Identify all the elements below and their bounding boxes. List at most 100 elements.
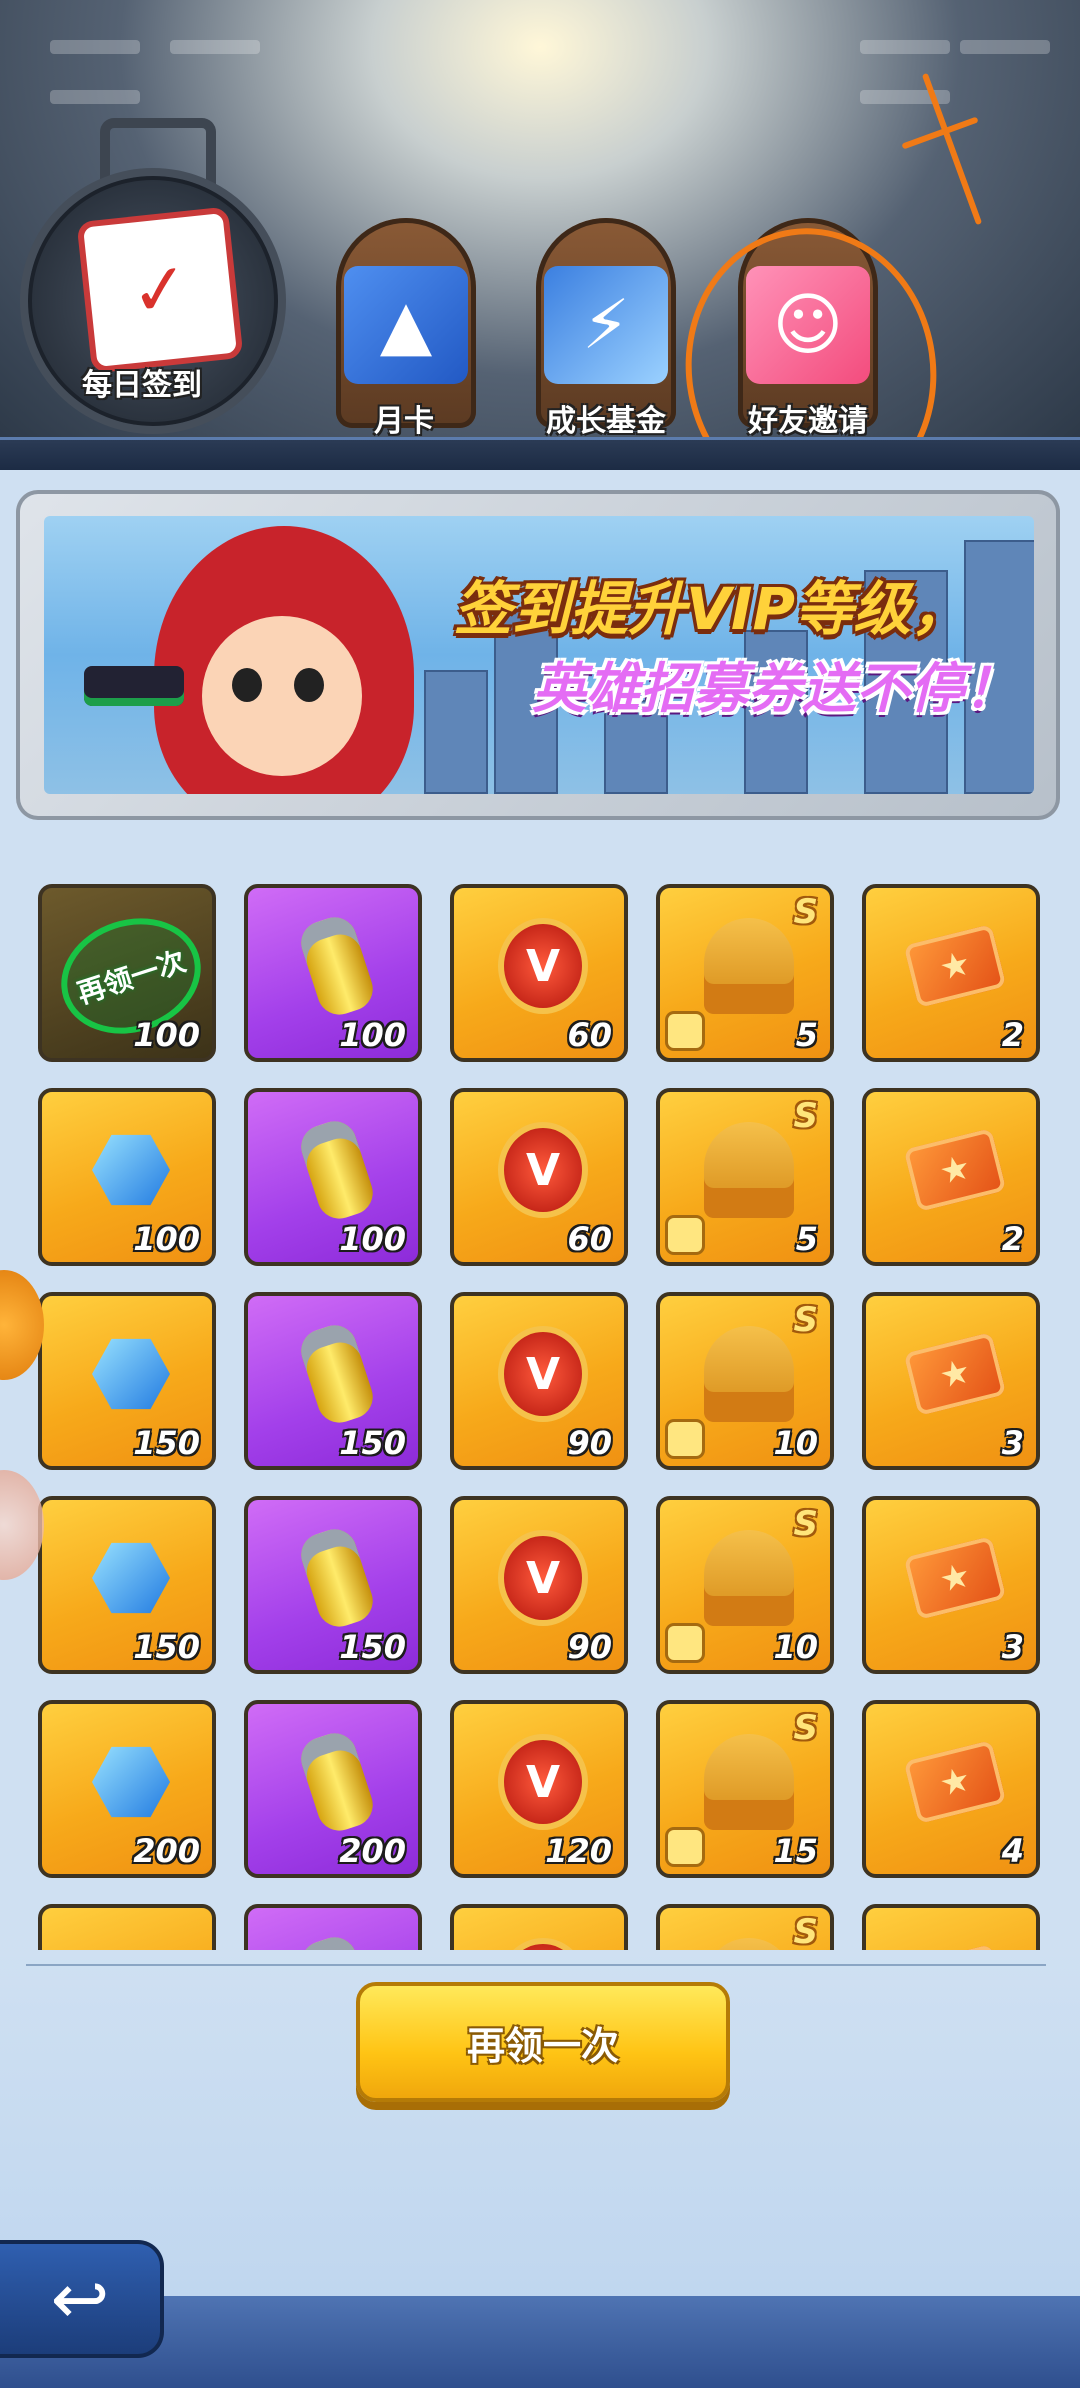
reward-cell[interactable]: 200 xyxy=(38,1700,216,1878)
reward-cell[interactable]: 100 xyxy=(244,1088,422,1266)
reward-cell[interactable]: 100 xyxy=(244,884,422,1062)
banner-subline: 英雄招募券送不停！ xyxy=(532,657,1018,720)
gem-icon xyxy=(86,1936,176,1950)
reward-quantity: 3 xyxy=(1001,1424,1024,1462)
reward-cell[interactable] xyxy=(38,1904,216,1950)
reward-cell[interactable]: V xyxy=(450,1904,628,1950)
soldier-silhouette-icon xyxy=(704,1528,794,1628)
reward-cell[interactable]: 150 xyxy=(38,1496,216,1674)
fragment-icon xyxy=(668,1014,702,1048)
card-icon: ▲ xyxy=(344,266,468,384)
capsule-shape xyxy=(295,1931,379,1950)
capsule-shape xyxy=(295,1319,379,1429)
reward-cell[interactable]: 150 xyxy=(244,1292,422,1470)
fragment-icon xyxy=(668,1830,702,1864)
ticket-shape: ★ xyxy=(903,1536,1007,1620)
vip-badge-icon: V xyxy=(498,1324,588,1424)
reward-cell[interactable]: V 90 xyxy=(450,1496,628,1674)
reward-grid: 再领一次 100 100 V 60 S 5 ★ 2 100 100 V 60 S 5 ★ 2 150 150 V 90 S… xyxy=(0,870,1080,1950)
reward-quantity: 90 xyxy=(567,1628,612,1666)
capsule-icon xyxy=(292,1931,382,1950)
ticket-icon: ★ xyxy=(903,1528,1007,1628)
reward-quantity: 3 xyxy=(1001,1628,1024,1666)
reward-quantity: 5 xyxy=(795,1220,818,1258)
reward-quantity: 200 xyxy=(133,1832,200,1870)
gem-icon xyxy=(86,1324,176,1424)
ticket-shape: ★ xyxy=(903,924,1007,1008)
reward-cell[interactable]: ★ 2 xyxy=(862,884,1040,1062)
vip-badge-icon: V xyxy=(498,1120,588,1220)
capsule-icon xyxy=(292,1523,382,1633)
vip-badge-shape: V xyxy=(498,1530,588,1626)
reward-cell[interactable]: S5 xyxy=(656,884,834,1062)
heroine-gun xyxy=(84,666,184,706)
reward-cell[interactable]: S xyxy=(656,1904,834,1950)
soldier-shape xyxy=(704,1530,794,1626)
gem-shape xyxy=(92,1338,170,1410)
reward-quantity: 90 xyxy=(567,1424,612,1462)
tab-monthly-card[interactable]: ▲ 月卡 xyxy=(326,218,486,439)
calendar-icon: ✓ xyxy=(76,206,244,374)
back-button[interactable]: ↩ xyxy=(0,2240,164,2358)
tab-monthly-card-label: 月卡 xyxy=(374,404,434,439)
tab-growth-fund[interactable]: ⚡ 成长基金 xyxy=(526,218,686,439)
reward-cell[interactable]: 150 xyxy=(244,1496,422,1674)
vip-badge-icon: V xyxy=(498,1528,588,1628)
reward-cell[interactable]: V 60 xyxy=(450,884,628,1062)
reward-cell[interactable]: ★ 4 xyxy=(862,1700,1040,1878)
reward-cell[interactable]: S 10 xyxy=(656,1496,834,1674)
reward-cell[interactable]: V 120 xyxy=(450,1700,628,1878)
reward-cell[interactable]: S 10 xyxy=(656,1292,834,1470)
reward-cell[interactable]: V 60 xyxy=(450,1088,628,1266)
capsule-shape xyxy=(295,911,379,1021)
daily-sign-in-button[interactable]: ✓ 每日签到 xyxy=(12,118,286,434)
reward-cell[interactable]: 再领一次 100 xyxy=(38,884,216,1062)
reward-cell[interactable]: ★ 3 xyxy=(862,1292,1040,1470)
reward-quantity: 2 xyxy=(1001,1016,1024,1054)
soldier-silhouette-icon xyxy=(704,916,794,1016)
gem-icon xyxy=(86,1528,176,1628)
gem-shape xyxy=(92,1746,170,1818)
vip-badge-icon: V xyxy=(498,1732,588,1832)
reward-cell[interactable]: ★ xyxy=(862,1904,1040,1950)
gem-shape xyxy=(92,1134,170,1206)
annotation-circle xyxy=(667,211,955,470)
vip-badge-shape: V xyxy=(498,1938,588,1950)
ticket-shape: ★ xyxy=(903,1332,1007,1416)
reward-quantity: 5 xyxy=(795,1016,818,1054)
fragment-icon xyxy=(668,1218,702,1252)
heroine-eye xyxy=(232,668,262,702)
ticket-icon: ★ xyxy=(903,1936,1007,1950)
vip-badge-shape: V xyxy=(498,1122,588,1218)
rank-s-label: S xyxy=(793,1300,819,1340)
vip-badge-icon: V xyxy=(498,916,588,1016)
heroine-face xyxy=(202,616,362,776)
claim-again-button[interactable]: 再领一次 xyxy=(356,1982,730,2102)
reward-cell[interactable] xyxy=(244,1904,422,1950)
reward-cell[interactable]: 100 xyxy=(38,1088,216,1266)
soldier-shape xyxy=(704,1122,794,1218)
reward-cell[interactable]: 200 xyxy=(244,1700,422,1878)
daily-sign-in-label: 每日签到 xyxy=(82,368,202,403)
header-floor xyxy=(0,437,1080,470)
banner-headline: 签到提升VIP等级， xyxy=(454,575,969,643)
heroine-character xyxy=(84,516,464,794)
reward-quantity: 150 xyxy=(133,1628,200,1666)
reward-cell[interactable]: S5 xyxy=(656,1088,834,1266)
fragment-icon xyxy=(668,1422,702,1456)
vip-badge-shape: V xyxy=(498,1734,588,1830)
heroine-eye xyxy=(294,668,324,702)
soldier-shape xyxy=(704,1938,794,1950)
rank-s-label: S xyxy=(793,1708,819,1748)
reward-quantity: 200 xyxy=(339,1832,406,1870)
reward-quantity: 100 xyxy=(133,1016,200,1054)
soldier-silhouette-icon xyxy=(704,1120,794,1220)
reward-quantity: 4 xyxy=(1001,1832,1024,1870)
reward-cell[interactable]: ★ 2 xyxy=(862,1088,1040,1266)
capsule-shape xyxy=(295,1523,379,1633)
reward-cell[interactable]: 150 xyxy=(38,1292,216,1470)
reward-cell[interactable]: S 15 xyxy=(656,1700,834,1878)
reward-cell[interactable]: V 90 xyxy=(450,1292,628,1470)
reward-cell[interactable]: ★ 3 xyxy=(862,1496,1040,1674)
soldier-silhouette-icon xyxy=(704,1732,794,1832)
